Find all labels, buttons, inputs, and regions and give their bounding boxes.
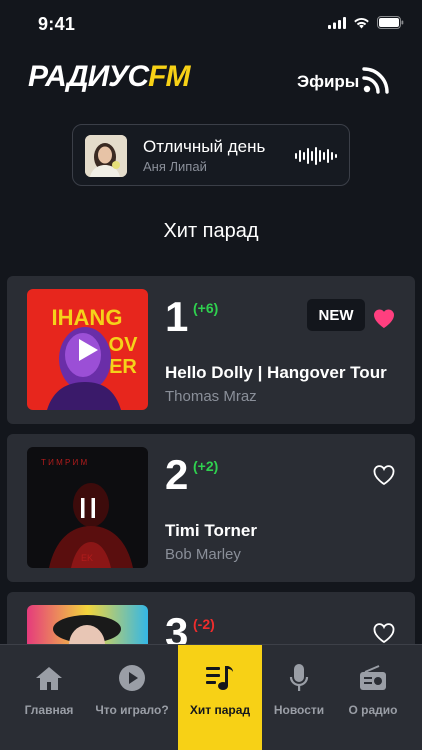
now-playing-artist: Аня Липай: [143, 159, 207, 174]
track-cover[interactable]: Т И М Р И М EK: [27, 447, 148, 568]
track-artist: Bob Marley: [165, 546, 241, 563]
logo[interactable]: РАДИУСFM: [28, 60, 190, 96]
track-delta: (+2): [193, 458, 219, 474]
play-button[interactable]: [27, 289, 148, 410]
tab-label: О радио: [348, 703, 398, 717]
heart-filled-icon[interactable]: [372, 307, 396, 329]
track-rank: 3: [165, 609, 189, 645]
status-icons: [328, 16, 404, 29]
status-time: 9:41: [38, 14, 76, 34]
track-rank: 1: [165, 293, 189, 340]
status-bar: 9:41: [0, 0, 422, 48]
pause-icon: [80, 497, 95, 518]
track-artist: Thomas Mraz: [165, 388, 257, 405]
track-title: Timi Torner: [165, 521, 257, 540]
tab-home[interactable]: Главная: [12, 645, 86, 750]
track-cover[interactable]: IHANG OV ER: [27, 289, 148, 410]
track-delta: (+6): [193, 300, 219, 316]
logo-main: РАДИУС: [28, 60, 149, 93]
tab-history[interactable]: Что играло?: [92, 645, 172, 750]
now-playing-title: Отличный день: [143, 137, 266, 156]
play-icon: [78, 338, 98, 361]
hit-list[interactable]: IHANG OV ER 1 (+6) NEW Hello Dolly | Han…: [0, 276, 422, 644]
efiry-button[interactable]: Эфиры: [297, 72, 359, 92]
track-rank: 2: [165, 451, 189, 498]
play-circle-icon: [117, 663, 147, 693]
heart-outline-icon[interactable]: [372, 622, 396, 644]
microphone-icon: [284, 663, 314, 693]
new-badge: NEW: [307, 299, 365, 331]
tab-label: Хит парад: [189, 703, 251, 717]
logo-accent: FM: [148, 60, 190, 93]
tab-label: Что играло?: [95, 703, 169, 717]
tab-bar: Главная Что играло? Хит парад Новости О …: [0, 644, 422, 750]
heart-outline-icon[interactable]: [372, 464, 396, 486]
now-playing-bar[interactable]: Отличный день Аня Липай: [72, 124, 350, 186]
tab-hit-parade[interactable]: Хит парад: [178, 645, 262, 750]
tab-label: Главная: [24, 703, 74, 717]
header: РАДИУСFM Эфиры: [0, 52, 422, 108]
list-item[interactable]: 3 (-2): [7, 592, 415, 644]
pause-button[interactable]: [27, 447, 148, 568]
waveform-icon: [295, 147, 337, 165]
list-item[interactable]: IHANG OV ER 1 (+6) NEW Hello Dolly | Han…: [7, 276, 415, 424]
wifi-icon: [354, 17, 369, 28]
music-list-icon: [205, 663, 235, 693]
track-delta: (-2): [193, 616, 215, 632]
signal-icon: [328, 16, 346, 29]
home-icon: [34, 663, 64, 693]
list-item[interactable]: Т И М Р И М EK 2 (+2) Timi Torner Bob Ma…: [7, 434, 415, 582]
tab-about[interactable]: О радио: [336, 645, 410, 750]
track-title: Hello Dolly | Hangover Tour: [165, 363, 387, 382]
now-playing-cover: [85, 135, 127, 177]
section-title: Хит парад: [163, 220, 259, 242]
tab-label: Новости: [273, 703, 325, 717]
radio-icon: [358, 663, 388, 693]
track-cover[interactable]: [27, 605, 148, 644]
battery-icon: [377, 16, 404, 29]
rss-icon[interactable]: [362, 66, 390, 94]
tab-news[interactable]: Новости: [266, 645, 332, 750]
